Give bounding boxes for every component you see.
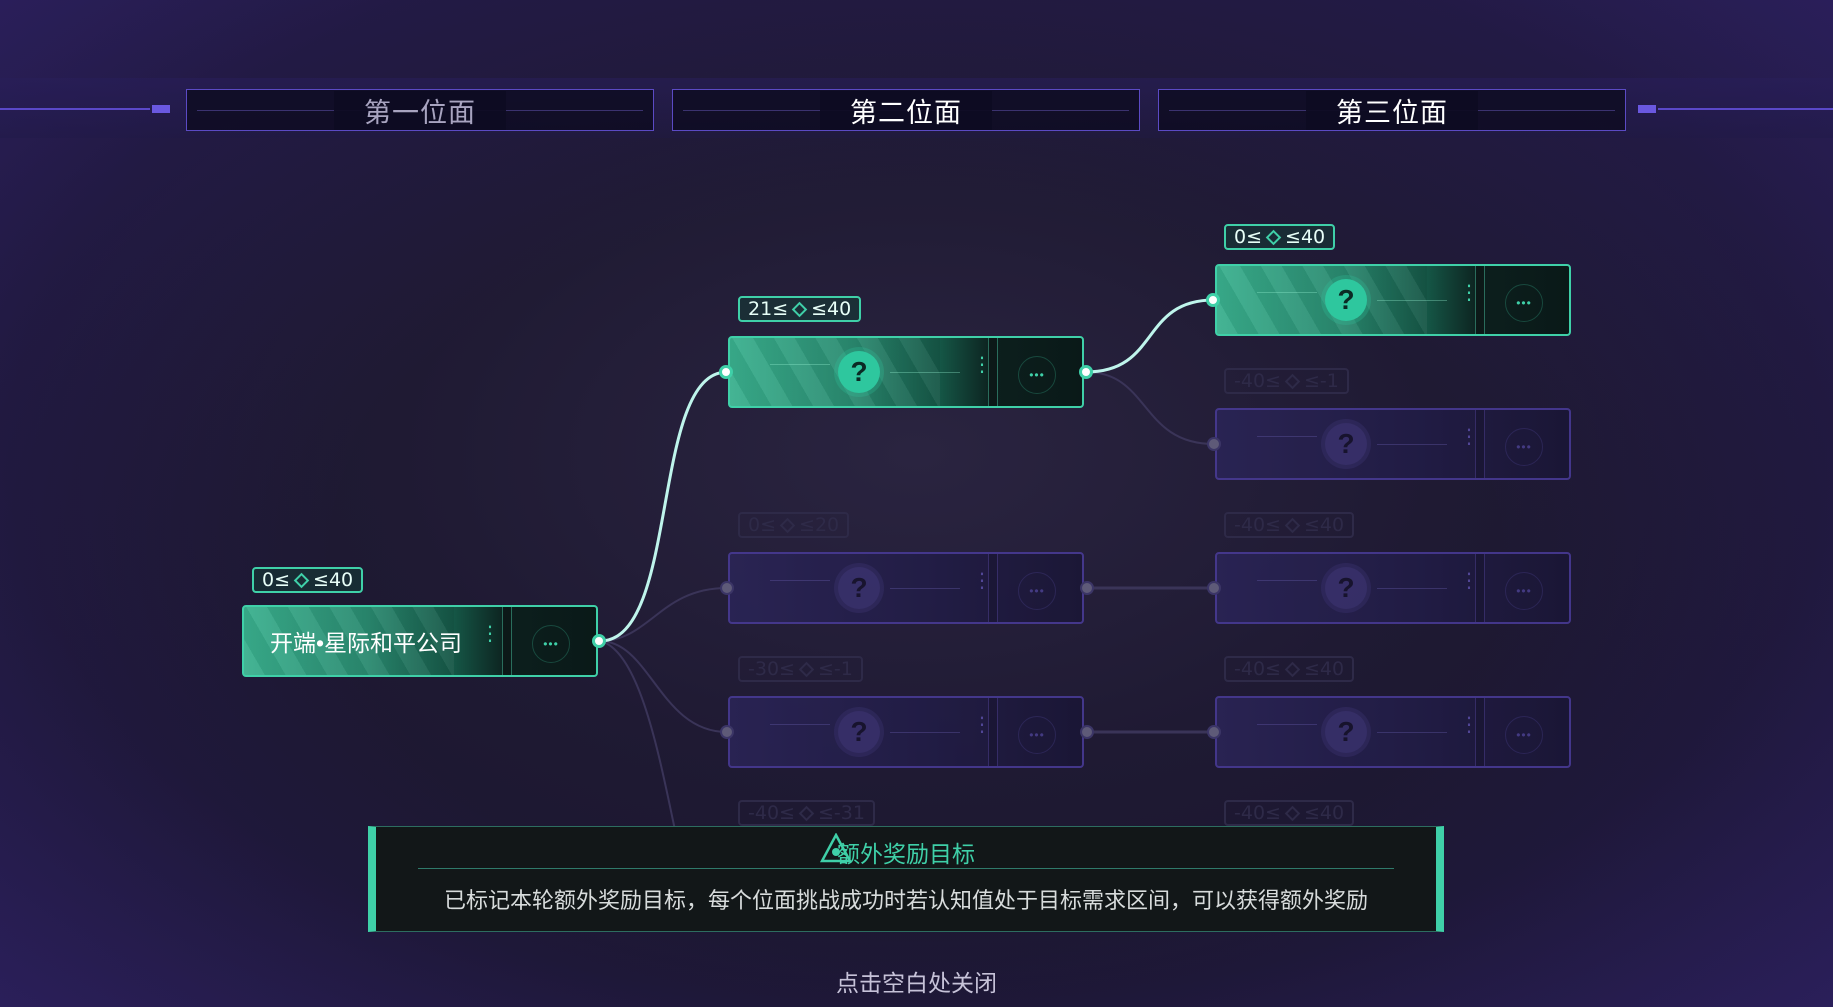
link-dim xyxy=(1085,371,1215,445)
circuit-line xyxy=(1377,300,1447,301)
node-separator xyxy=(988,554,998,622)
node-label: 开端•星际和平公司 xyxy=(270,630,463,656)
cognition-icon xyxy=(1265,229,1282,245)
cognition-icon xyxy=(1284,517,1301,533)
question-icon: ? xyxy=(1325,423,1367,465)
range-badge-3b: -40 ≤ ≤ -1 xyxy=(1224,368,1349,394)
more-icon: ••• xyxy=(532,625,570,663)
circuit-line xyxy=(890,732,960,733)
cognition-icon xyxy=(1284,373,1301,389)
port-in xyxy=(719,365,733,379)
port-in xyxy=(1207,437,1221,451)
bonus-objective-panel: 额外奖励目标 已标记本轮额外奖励目标，每个位面挑战成功时若认知值处于目标需求区间… xyxy=(368,826,1444,932)
node-separator xyxy=(1475,266,1485,334)
question-icon: ? xyxy=(838,351,880,393)
bonus-panel-description: 已标记本轮额外奖励目标，每个位面挑战成功时若认知值处于目标需求区间，可以获得额外… xyxy=(443,888,1368,913)
circuit-line xyxy=(770,580,830,581)
more-icon: ••• xyxy=(1505,284,1543,322)
circuit-line xyxy=(890,372,960,373)
node-plane3-d[interactable]: ? ⋮ ••• xyxy=(1215,696,1571,768)
port-in xyxy=(1207,581,1221,595)
cognition-icon xyxy=(791,301,808,317)
cognition-icon xyxy=(779,517,796,533)
node-separator xyxy=(502,607,512,675)
bonus-panel-title: 额外奖励目标 xyxy=(837,841,975,867)
node-separator xyxy=(988,698,998,766)
circuit-line xyxy=(1257,436,1317,437)
question-icon: ? xyxy=(1325,279,1367,321)
node-separator xyxy=(988,338,998,406)
circuit-line xyxy=(770,724,830,725)
port-out xyxy=(1080,725,1094,739)
bonus-panel-divider xyxy=(418,868,1394,869)
cognition-icon xyxy=(798,661,815,677)
circuit-line xyxy=(1257,724,1317,725)
port-out xyxy=(592,634,606,648)
more-icon: ••• xyxy=(1018,716,1056,754)
range-badge-2a: 21 ≤ ≤40 xyxy=(738,296,862,322)
port-in xyxy=(720,581,734,595)
cognition-icon xyxy=(293,572,310,588)
node-separator xyxy=(1475,554,1485,622)
circuit-line xyxy=(1257,292,1317,293)
more-icon: ••• xyxy=(1018,356,1056,394)
link-active xyxy=(1085,298,1215,374)
more-icon: ••• xyxy=(1018,572,1056,610)
range-badge-2d: -40 ≤ ≤ -31 xyxy=(738,800,875,826)
range-badge-3a: 0 ≤ ≤40 xyxy=(1224,224,1336,250)
menu-icon: ⋮ xyxy=(480,623,500,645)
more-icon: ••• xyxy=(1505,572,1543,610)
node-plane2-a[interactable]: ? ⋮ ••• xyxy=(728,336,1084,408)
node-plane3-a[interactable]: ? ⋮ ••• xyxy=(1215,264,1571,336)
circuit-line xyxy=(1377,588,1447,589)
port-in xyxy=(720,725,734,739)
port-in xyxy=(1207,725,1221,739)
node-plane3-b[interactable]: ? ⋮ ••• xyxy=(1215,408,1571,480)
cognition-icon xyxy=(1284,805,1301,821)
link-active xyxy=(599,370,728,643)
close-hint[interactable]: 点击空白处关闭 xyxy=(0,964,1833,998)
node-plane2-b[interactable]: ? ⋮ ••• xyxy=(728,552,1084,624)
range-badge-start: 0 ≤ ≤40 xyxy=(252,567,364,593)
question-icon: ? xyxy=(1325,567,1367,609)
port-out xyxy=(1079,365,1093,379)
question-icon: ? xyxy=(838,711,880,753)
range-badge-2c: -30 ≤ ≤ -1 xyxy=(738,656,863,682)
circuit-line xyxy=(770,364,830,365)
question-icon: ? xyxy=(1325,711,1367,753)
port-out xyxy=(1080,581,1094,595)
node-plane3-c[interactable]: ? ⋮ ••• xyxy=(1215,552,1571,624)
link-dim xyxy=(599,640,676,831)
circuit-line xyxy=(1257,580,1317,581)
cognition-icon xyxy=(798,805,815,821)
node-plane2-c[interactable]: ? ⋮ ••• xyxy=(728,696,1084,768)
more-icon: ••• xyxy=(1505,428,1543,466)
range-badge-3e: -40 ≤ ≤40 xyxy=(1224,800,1355,826)
question-icon: ? xyxy=(838,567,880,609)
node-separator xyxy=(1475,410,1485,478)
port-in xyxy=(1206,293,1220,307)
cognition-icon xyxy=(1284,661,1301,677)
more-icon: ••• xyxy=(1505,716,1543,754)
node-separator xyxy=(1475,698,1485,766)
circuit-line xyxy=(890,588,960,589)
range-badge-3d: -40 ≤ ≤40 xyxy=(1224,656,1355,682)
range-badge-3c: -40 ≤ ≤40 xyxy=(1224,512,1355,538)
range-badge-2b: 0 ≤ ≤20 xyxy=(738,512,850,538)
circuit-line xyxy=(1377,732,1447,733)
node-start[interactable]: 开端•星际和平公司 ⋮ ••• xyxy=(242,605,598,677)
circuit-line xyxy=(1377,444,1447,445)
